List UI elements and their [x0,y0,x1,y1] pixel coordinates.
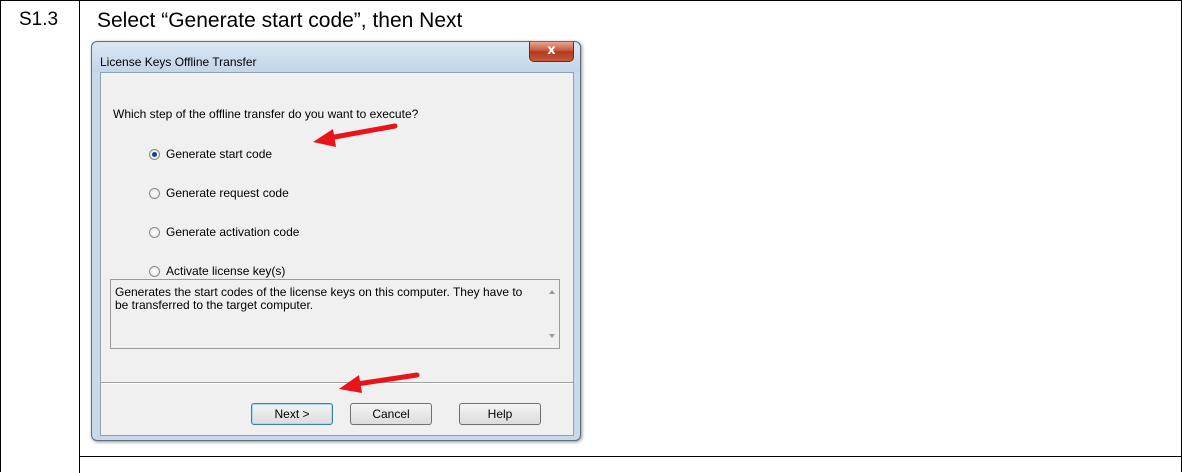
scroll-down-icon[interactable] [549,334,555,338]
option-generate-activation-code[interactable]: Generate activation code [149,224,299,240]
option-generate-start-code[interactable]: Generate start code [149,146,272,162]
description-text: Generates the start codes of the license… [115,285,523,312]
radio-unchecked-icon[interactable] [149,265,160,277]
option-label[interactable]: Generate start code [166,147,272,161]
dialog-title: License Keys Offline Transfer [100,55,257,69]
radio-unchecked-icon[interactable] [149,226,160,238]
next-button[interactable]: Next > [251,403,333,425]
step-table: S1.3 Select “Generate start code”, then … [0,0,1182,473]
scroll-up-icon[interactable] [549,290,555,294]
option-activate-license-keys[interactable]: Activate license key(s) [149,263,285,279]
annotation-arrow-icon [339,372,420,393]
option-generate-request-code[interactable]: Generate request code [149,185,289,201]
option-label[interactable]: Activate license key(s) [166,264,285,278]
row-divider [79,456,1182,457]
description-box[interactable]: Generates the start codes of the license… [110,279,560,349]
help-button[interactable]: Help [459,403,541,425]
close-icon: x [547,43,556,58]
option-label[interactable]: Generate activation code [166,225,299,239]
annotation-arrow-icon [313,123,398,147]
dialog-titlebar[interactable]: License Keys Offline Transfer x [92,42,580,72]
cancel-button[interactable]: Cancel [350,403,432,425]
radio-checked-icon[interactable] [149,148,160,160]
close-button[interactable]: x [529,42,574,62]
radio-unchecked-icon[interactable] [149,187,160,199]
step-id: S1.3 [19,9,59,30]
option-label[interactable]: Generate request code [166,186,289,200]
step-question: Which step of the offline transfer do yo… [113,107,419,121]
column-divider [79,1,80,473]
step-instruction: Select “Generate start code”, then Next [97,9,463,32]
